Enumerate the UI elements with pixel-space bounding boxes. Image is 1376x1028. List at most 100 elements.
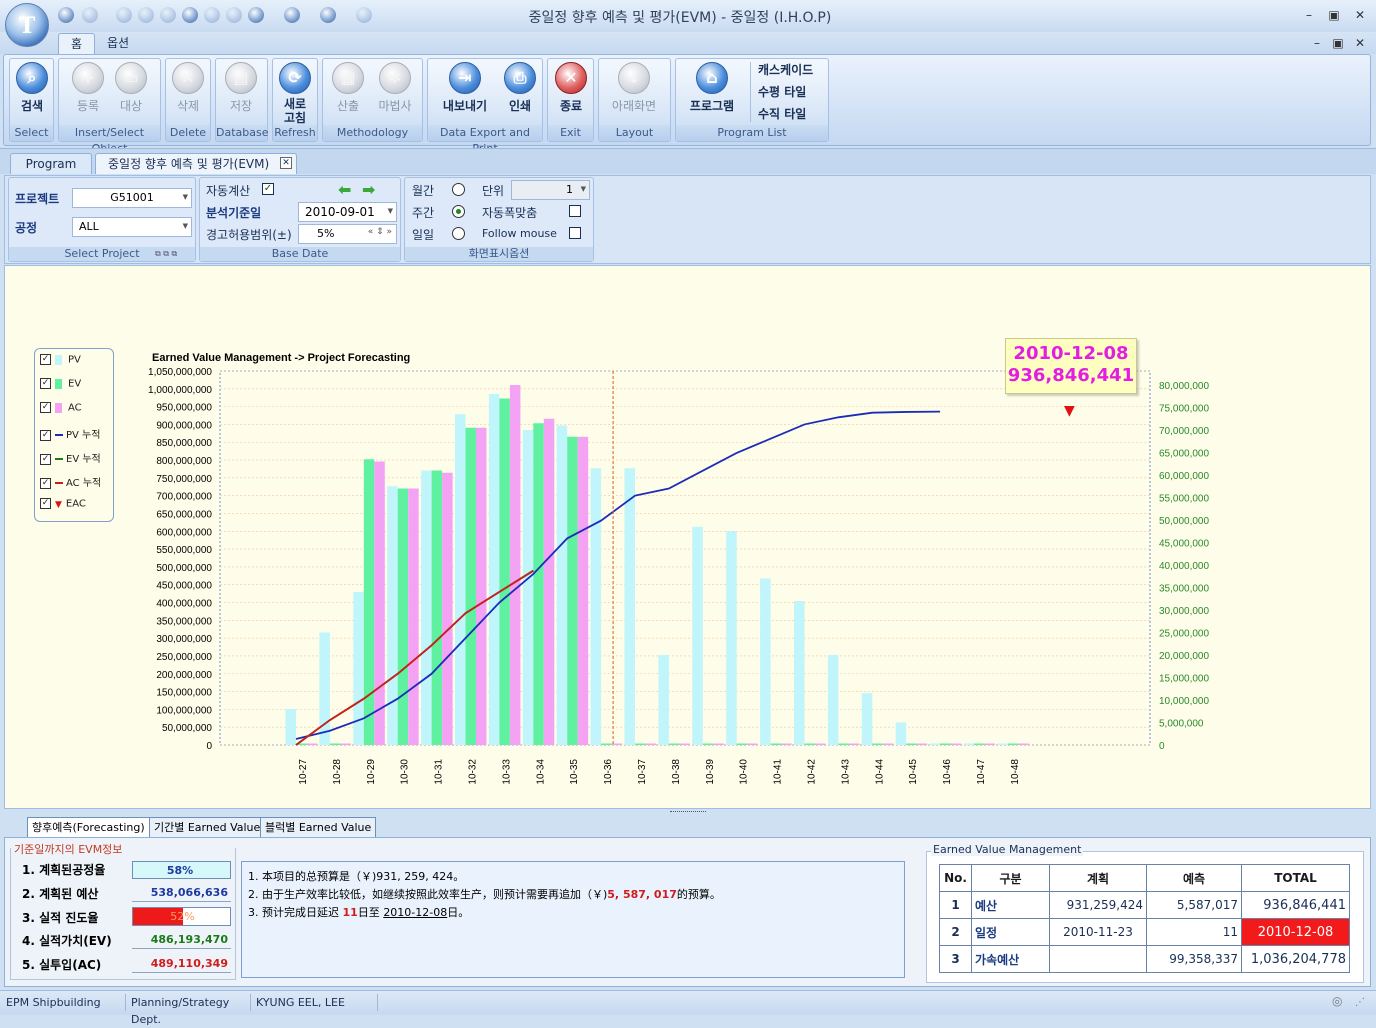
bar-ac [916, 743, 928, 745]
app-menu-button[interactable]: T [5, 3, 49, 47]
planned-progress-value: 58% [132, 861, 231, 879]
legend-line [55, 482, 63, 484]
bar-ev [397, 488, 409, 745]
legend-pv-cum[interactable]: ✓ PV 누적 [40, 426, 100, 444]
x-tick-label: 10-41 [773, 759, 784, 785]
bar-ev [702, 743, 714, 745]
cell-category: 예산 [971, 891, 1050, 919]
x-tick-label: 10-37 [637, 759, 648, 785]
bar-ac [476, 427, 487, 745]
cell-plan: 2010-11-23 [1049, 918, 1147, 946]
bar-ev [533, 423, 544, 745]
bar-ev [804, 743, 815, 745]
bar-ac [984, 743, 995, 745]
bar-ac [509, 385, 521, 745]
y-right-tick-label: 70,000,000 [1159, 426, 1209, 437]
bar-ev [635, 743, 646, 745]
y-left-tick-label: 200,000,000 [156, 670, 212, 681]
bar-ev [668, 743, 680, 745]
cell-total: 1,036,204,778 [1241, 945, 1350, 973]
legend-label: AC 누적 [66, 478, 102, 489]
y-left-tick-label: 50,000,000 [162, 723, 212, 734]
bar-pv [692, 526, 703, 745]
tab-period-ev[interactable]: 기간별 Earned Value [149, 817, 266, 838]
y-left-tick-label: 150,000,000 [156, 688, 212, 699]
bar-ac [543, 418, 555, 745]
checkbox-icon: ✓ [40, 402, 51, 413]
cell-forecast: 99,358,337 [1146, 945, 1242, 973]
legend-eac[interactable]: ✓ ▼ EAC [40, 498, 86, 516]
x-tick-label: 10-38 [671, 759, 682, 785]
bar-pv [488, 394, 500, 745]
cell-plan [1049, 945, 1147, 973]
y-right-tick-label: 40,000,000 [1159, 561, 1209, 572]
planned-progress-label: 1. 계획된공정율 [22, 863, 106, 877]
status-user: KYUNG EEL, LEE [252, 994, 378, 1011]
legend-ac-cum[interactable]: ✓ AC 누적 [40, 474, 101, 492]
y-left-tick-label: 950,000,000 [156, 403, 212, 414]
actual-progress-value: 52% [170, 910, 195, 923]
y-right-tick-label: 75,000,000 [1159, 404, 1209, 415]
legend-pv[interactable]: ✓ PV [40, 354, 81, 372]
bar-pv [387, 486, 398, 745]
checkbox-icon: ✓ [40, 429, 51, 441]
y-left-tick-label: 800,000,000 [156, 456, 212, 467]
bar-ac [781, 743, 792, 745]
tab-forecasting[interactable]: 향후예측(Forecasting) [27, 817, 150, 838]
bar-pv [929, 743, 941, 745]
bar-ac [442, 472, 453, 745]
y-right-tick-label: 50,000,000 [1159, 516, 1209, 527]
bar-pv [861, 693, 873, 745]
y-left-tick-label: 500,000,000 [156, 563, 212, 574]
bar-ev [567, 436, 578, 745]
legend-swatch [55, 402, 62, 413]
bar-ac [577, 436, 589, 745]
tab-block-ev[interactable]: 블럭별 Earned Value [260, 817, 377, 838]
eac-date: 2010-12-08 [1013, 343, 1129, 364]
cell-total-date: 2010-12-08 [1241, 918, 1350, 946]
bar-ev [838, 743, 849, 745]
header-total: TOTAL [1241, 864, 1350, 892]
cell-category: 일정 [971, 918, 1050, 946]
y-left-tick-label: 0 [206, 741, 212, 752]
y-right-tick-label: 25,000,000 [1159, 629, 1209, 640]
x-tick-label: 10-27 [298, 759, 309, 785]
chart-legend: ✓ PV ✓ EV ✓ AC ✓ PV 누적 ✓ EV 누적 ✓ AC 누적 ✓ ▼ EAC [34, 348, 114, 522]
x-tick-label: 10-33 [501, 759, 512, 785]
legend-label: EAC [65, 498, 86, 510]
planned-budget-value: 538,066,636 [132, 884, 231, 902]
bar-pv [658, 655, 669, 745]
checkbox-icon: ✓ [40, 378, 51, 389]
y-left-tick-label: 350,000,000 [156, 616, 212, 627]
bar-pv [285, 709, 296, 745]
x-tick-label: 10-31 [434, 759, 445, 785]
x-tick-label: 10-34 [535, 759, 546, 785]
legend-swatch [55, 378, 62, 389]
bar-pv [421, 470, 432, 745]
bar-pv [997, 743, 1008, 745]
earned-value-label: 4. 실적가치(EV) [22, 934, 112, 948]
x-tick-label: 10-28 [332, 759, 343, 785]
table-row: 3 가속예산 99,358,337 1,036,204,778 [939, 945, 1350, 973]
legend-ev-cum[interactable]: ✓ EV 누적 [40, 450, 101, 468]
cell-plan: 931,259,424 [1049, 891, 1147, 919]
legend-ev[interactable]: ✓ EV [40, 378, 81, 396]
x-tick-label: 10-29 [366, 759, 377, 785]
eac-marker-icon: ▼ [1064, 403, 1075, 419]
bar-ac [679, 743, 690, 745]
cell-category: 가속예산 [971, 945, 1050, 973]
bar-ac [374, 461, 385, 745]
eac-callout: 2010-12-08 936,846,441 [1005, 338, 1137, 394]
y-left-tick-label: 700,000,000 [156, 492, 212, 503]
x-tick-label: 10-39 [705, 759, 716, 785]
resize-grip-icon[interactable]: ⋰ [1355, 997, 1365, 1008]
y-left-tick-label: 900,000,000 [156, 420, 212, 431]
bar-ac [340, 743, 351, 745]
bar-ev [329, 743, 341, 745]
status-dept: Planning/Strategy Dept. [127, 994, 251, 1026]
planned-budget-label: 2. 계획된 예산 [22, 887, 99, 901]
y-left-tick-label: 300,000,000 [156, 634, 212, 645]
y-left-tick-label: 1,000,000,000 [148, 385, 212, 396]
legend-ac[interactable]: ✓ AC [40, 402, 82, 420]
bar-ev [465, 427, 476, 745]
